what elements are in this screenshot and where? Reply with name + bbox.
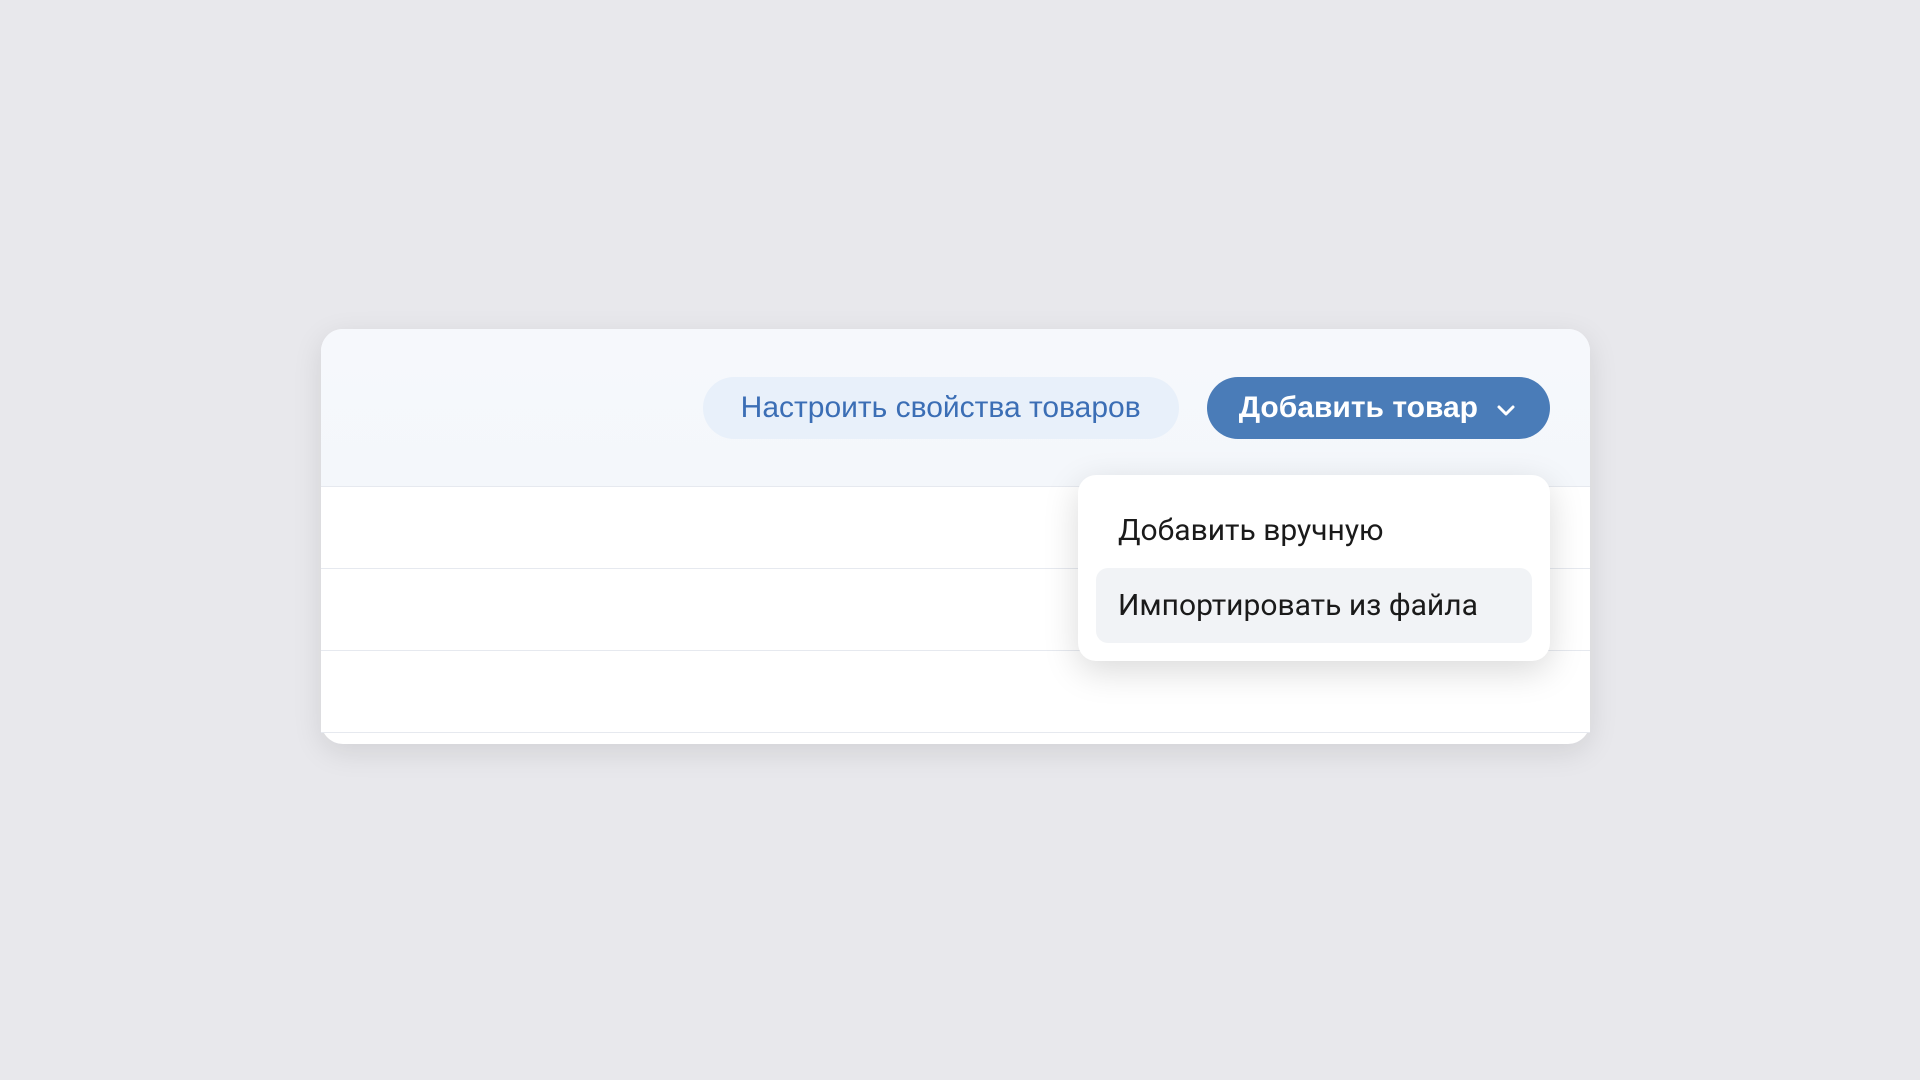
add-product-dropdown: Добавить вручную Импортировать из файла: [1078, 475, 1550, 661]
dropdown-item-import-file[interactable]: Импортировать из файла: [1096, 568, 1532, 643]
products-panel: Настроить свойства товаров Добавить това…: [321, 329, 1590, 744]
panel-header: Настроить свойства товаров Добавить това…: [321, 329, 1590, 487]
configure-properties-button[interactable]: Настроить свойства товаров: [703, 377, 1179, 439]
table-row: [321, 651, 1590, 733]
add-product-label: Добавить товар: [1239, 391, 1478, 425]
add-product-button[interactable]: Добавить товар: [1207, 377, 1550, 439]
chevron-down-icon: [1494, 396, 1518, 420]
dropdown-item-add-manually[interactable]: Добавить вручную: [1096, 493, 1532, 568]
